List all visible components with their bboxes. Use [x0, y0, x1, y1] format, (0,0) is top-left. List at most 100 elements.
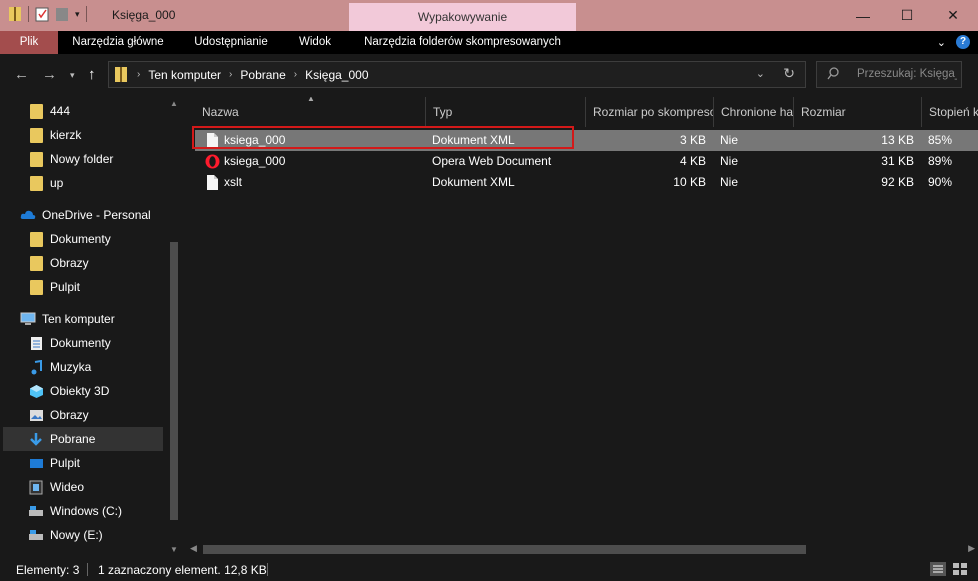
properties-icon[interactable]: [35, 6, 49, 22]
sidebar-item-label: Muzyka: [50, 360, 92, 374]
scroll-right-arrow-icon[interactable]: ▶: [968, 543, 975, 554]
customize-toolbar-chevron-icon[interactable]: ▾: [75, 9, 80, 20]
up-arrow-icon[interactable]: ↑: [88, 66, 96, 83]
column-header-size[interactable]: Rozmiar: [794, 97, 922, 127]
breadcrumb-chevron-icon[interactable]: ›: [229, 69, 232, 80]
sidebar-item-pobrane[interactable]: Pobrane: [3, 427, 163, 451]
sidebar-item-obrazy[interactable]: Obrazy: [3, 403, 163, 427]
compression-ratio: 85%: [928, 133, 953, 147]
refresh-icon[interactable]: ↻: [783, 65, 795, 82]
context-tab-header[interactable]: Wypakowywanie: [349, 3, 576, 31]
sidebar-item-ten-komputer[interactable]: Ten komputer: [3, 307, 163, 331]
forward-arrow-icon[interactable]: →: [42, 66, 57, 83]
address-bar[interactable]: › Ten komputer › Pobrane › Księga_000 ⌄ …: [108, 61, 806, 88]
compressed-size: 10 KB: [673, 175, 706, 189]
breadcrumb: › Ten komputer › Pobrane › Księga_000: [137, 62, 369, 87]
folder-icon: [28, 231, 44, 247]
folder-icon: [28, 255, 44, 271]
scroll-up-arrow-icon[interactable]: ▲: [170, 99, 178, 108]
folder-icon: [28, 103, 44, 119]
sidebar-item-444[interactable]: 444: [3, 99, 163, 123]
title-bar: ▾ Księga_000 Wypakowywanie — ☐ ✕: [0, 0, 978, 31]
status-bar: Elementy: 3 1 zaznaczony element. 12,8 K…: [0, 558, 978, 581]
recent-locations-chevron-icon[interactable]: ▾: [70, 70, 75, 81]
sidebar-item-muzyka[interactable]: Muzyka: [3, 355, 163, 379]
horizontal-scrollbar[interactable]: ◀ ▶: [187, 541, 978, 558]
tab-compressed-folder-tools[interactable]: Narzędzia folderów skompresowanych: [349, 31, 576, 54]
expand-ribbon-chevron-icon[interactable]: ⌄: [937, 36, 946, 49]
scroll-down-arrow-icon[interactable]: ▼: [170, 545, 178, 554]
nav-pane-scrollbar[interactable]: ▲ ▼: [166, 97, 182, 558]
sidebar-item-dokumenty[interactable]: Dokumenty: [3, 227, 163, 251]
column-header-compression-ratio[interactable]: Stopień kompresji: [922, 97, 978, 127]
tab-home[interactable]: Narzędzia główne: [58, 31, 178, 54]
compression-ratio: 89%: [928, 154, 953, 168]
sidebar-item-up[interactable]: up: [3, 171, 163, 195]
sidebar-item-label: up: [50, 176, 64, 190]
sidebar-item-wideo[interactable]: Wideo: [3, 475, 163, 499]
sidebar-item-label: Obiekty 3D: [50, 384, 110, 398]
zip-folder-icon: [9, 7, 21, 21]
search-box[interactable]: Przeszukaj: Księga_000: [816, 61, 962, 88]
file-size: 31 KB: [881, 154, 914, 168]
help-icon[interactable]: ?: [956, 35, 970, 49]
desktop-icon: [28, 455, 44, 471]
folder-icon: [28, 151, 44, 167]
tab-share[interactable]: Udostępnianie: [180, 31, 282, 54]
compression-ratio: 90%: [928, 175, 953, 189]
back-arrow-icon[interactable]: ←: [14, 66, 29, 83]
computer-icon: [20, 311, 36, 327]
sidebar-item-label: 444: [50, 104, 71, 118]
table-row[interactable]: xslt Dokument XML 10 KB Nie 92 KB 90%: [195, 172, 978, 193]
sidebar-item-nowy-e[interactable]: Nowy (E:): [3, 523, 163, 547]
sidebar-item-onedrive-personal[interactable]: OneDrive - Personal: [3, 203, 163, 227]
close-button[interactable]: ✕: [930, 0, 976, 31]
search-input[interactable]: Przeszukaj: Księga_000: [857, 68, 957, 80]
breadcrumb-chevron-icon[interactable]: ›: [137, 69, 140, 80]
window-title: Księga_000: [112, 8, 176, 22]
scrollbar-thumb[interactable]: [203, 545, 806, 554]
folder-icon: [28, 175, 44, 191]
sidebar-item-label: Dokumenty: [50, 336, 111, 350]
large-icons-view-icon[interactable]: [952, 562, 968, 576]
column-header-password-protected[interactable]: Chronione hasłem: [714, 97, 794, 127]
sidebar-item-label: Obrazy: [50, 256, 89, 270]
breadcrumb-item[interactable]: Księga_000: [305, 68, 368, 82]
downloads-icon: [28, 431, 44, 447]
scrollbar-thumb[interactable]: [170, 242, 178, 520]
breadcrumb-chevron-icon[interactable]: ›: [294, 69, 297, 80]
sidebar-item-nowy-folder[interactable]: Nowy folder: [3, 147, 163, 171]
minimize-button[interactable]: —: [840, 0, 886, 31]
file-name: ksiega_000: [224, 154, 286, 168]
sidebar-item-pulpit[interactable]: Pulpit: [3, 275, 163, 299]
ribbon-tabs: Plik Narzędzia główne Udostępnianie Wido…: [0, 31, 978, 54]
folder-icon: [28, 279, 44, 295]
sidebar-item-obiekty-3d[interactable]: Obiekty 3D: [3, 379, 163, 403]
sidebar-item-label: Obrazy: [50, 408, 89, 422]
tab-file[interactable]: Plik: [0, 31, 58, 54]
file-size: 13 KB: [881, 133, 914, 147]
folder-icon: [28, 127, 44, 143]
breadcrumb-item[interactable]: Pobrane: [240, 68, 285, 82]
sidebar-item-obrazy[interactable]: Obrazy: [3, 251, 163, 275]
sidebar-item-label: Dokumenty: [50, 232, 111, 246]
column-header-compressed-size[interactable]: Rozmiar po skompresowaniu: [586, 97, 714, 127]
sidebar-item-label: OneDrive - Personal: [42, 208, 151, 222]
new-folder-icon[interactable]: [55, 6, 69, 22]
sidebar-item-windows-c[interactable]: Windows (C:): [3, 499, 163, 523]
breadcrumb-item[interactable]: Ten komputer: [148, 68, 221, 82]
compressed-size: 3 KB: [679, 133, 706, 147]
password-protected: Nie: [720, 133, 739, 147]
sidebar-item-label: Nowy (E:): [50, 528, 103, 542]
sidebar-item-dokumenty[interactable]: Dokumenty: [3, 331, 163, 355]
details-view-icon[interactable]: [930, 562, 946, 576]
sidebar-item-pulpit[interactable]: Pulpit: [3, 451, 163, 475]
column-header-name[interactable]: Nazwa: [195, 97, 426, 127]
scroll-left-arrow-icon[interactable]: ◀: [190, 543, 197, 554]
sidebar-item-kierzk[interactable]: kierzk: [3, 123, 163, 147]
maximize-button[interactable]: ☐: [884, 0, 930, 31]
tab-view[interactable]: Widok: [285, 31, 345, 54]
address-dropdown-chevron-icon[interactable]: ⌄: [756, 67, 765, 80]
column-header-type[interactable]: Typ: [426, 97, 586, 127]
table-row[interactable]: ksiega_000 Opera Web Document 4 KB Nie 31 KB…: [195, 151, 978, 172]
